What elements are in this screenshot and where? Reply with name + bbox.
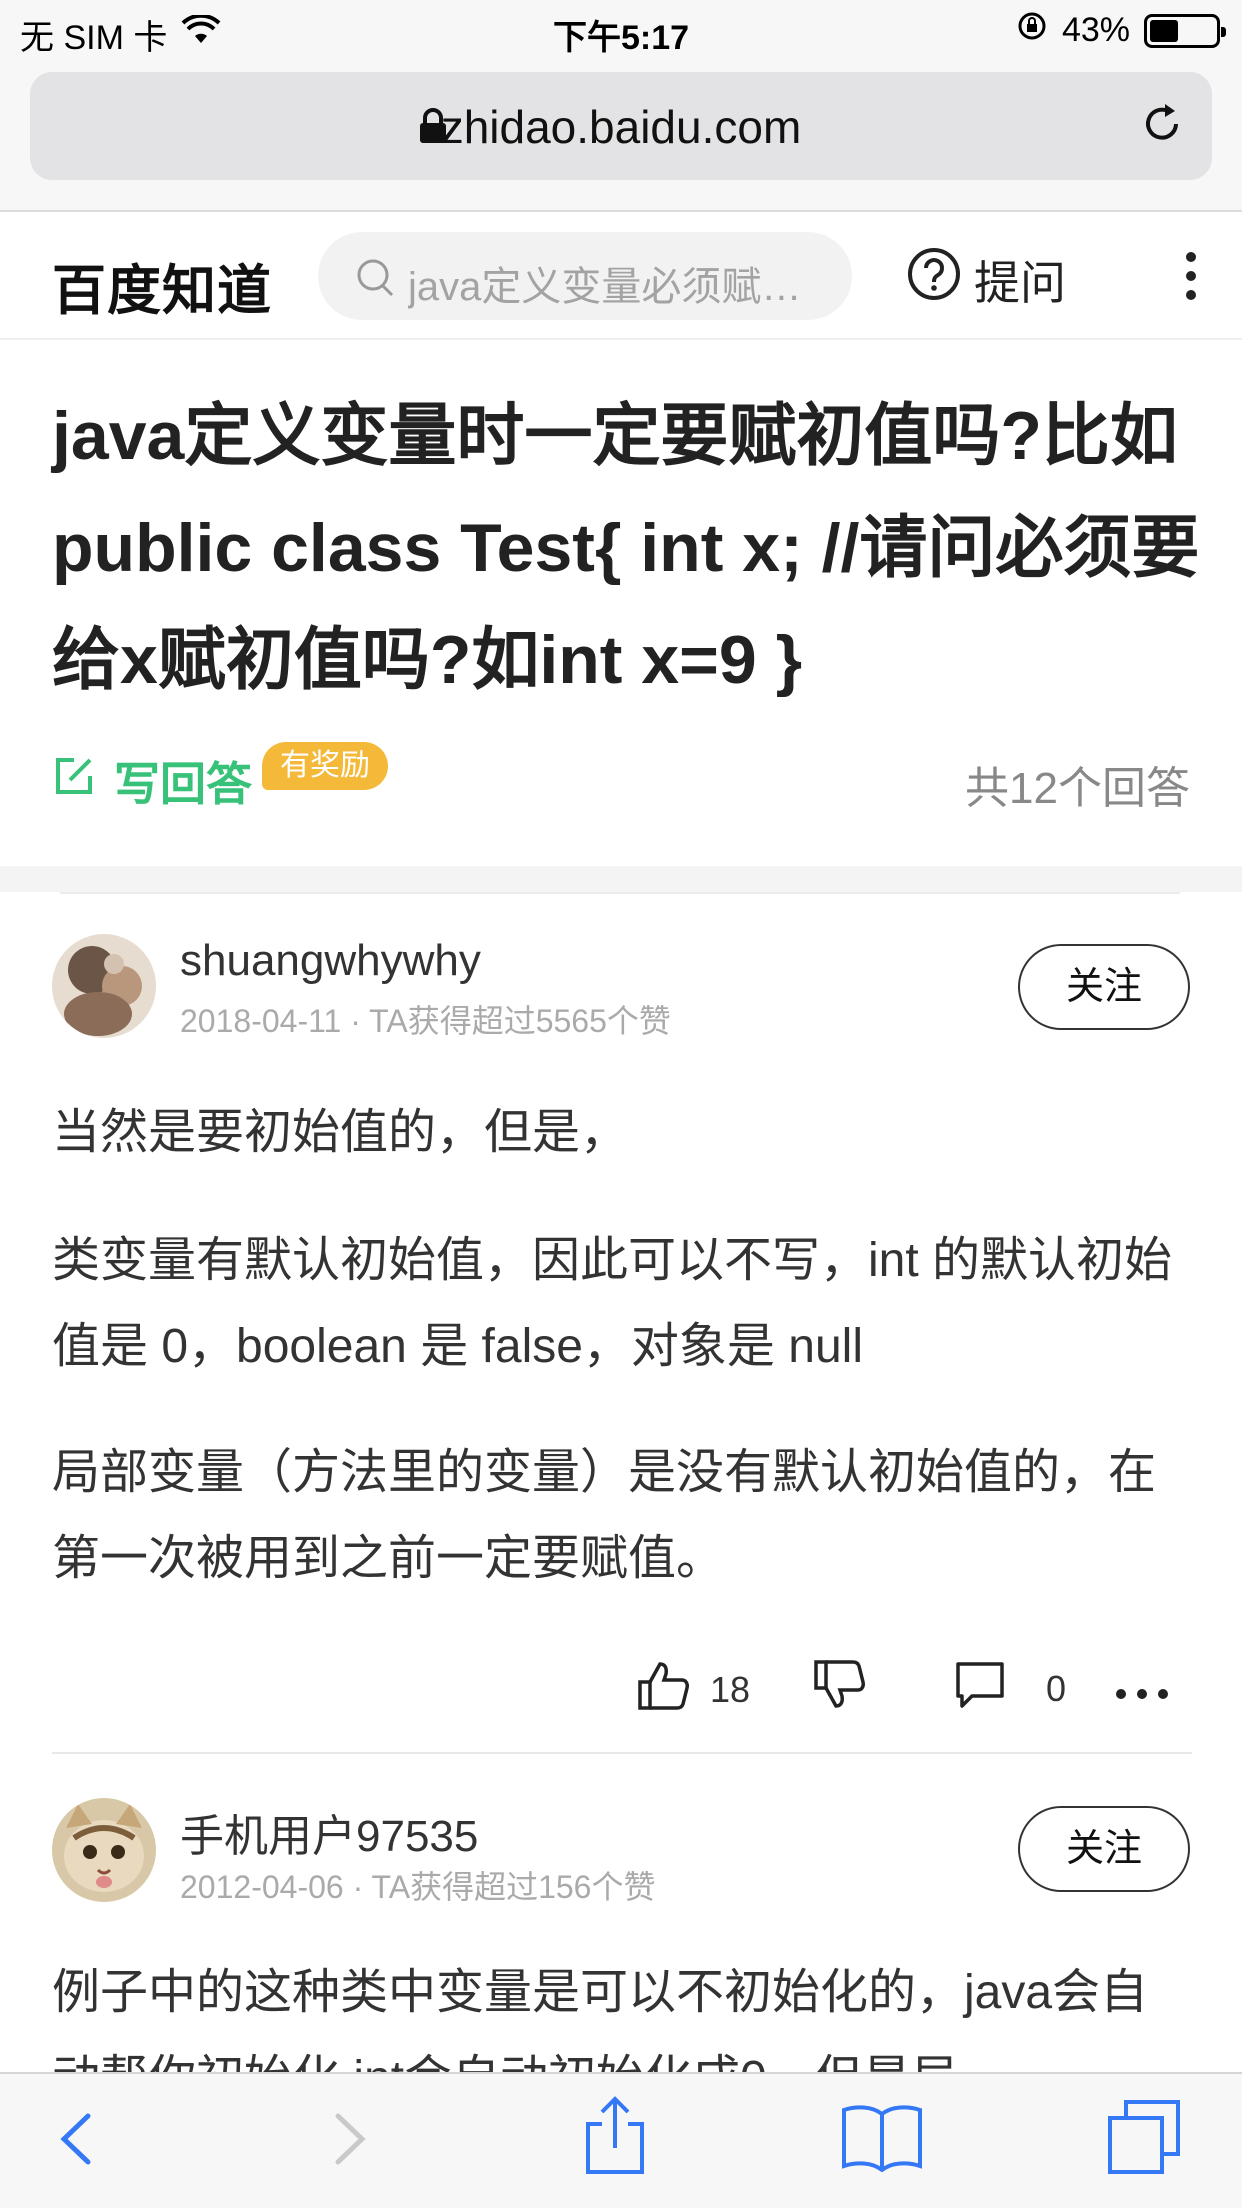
answer-paragraph: 例子中的这种类中变量是可以不初始化的，java会自动帮你初始化 int会自动初始… <box>52 1966 1149 2072</box>
more-horizontal-icon <box>1114 1668 1170 1710</box>
comment-button[interactable]: 0 <box>954 1658 1066 1719</box>
edit-icon <box>52 754 96 809</box>
more-menu-icon[interactable] <box>1184 250 1198 307</box>
answer-date: 2012-04-06 <box>180 1869 344 1905</box>
upvote-button[interactable]: 18 <box>636 1658 750 1721</box>
avatar[interactable] <box>52 934 156 1038</box>
bookmarks-icon[interactable] <box>840 2100 924 2177</box>
tabs-icon[interactable] <box>1106 2096 1182 2181</box>
battery-level <box>1150 19 1178 42</box>
status-bar: 无 SIM 卡 下午5:17 43% <box>0 0 1242 62</box>
thumbs-up-icon <box>636 1658 690 1721</box>
ask-label: 提问 <box>974 256 1066 309</box>
thumbs-down-icon <box>812 1658 866 1721</box>
follow-button[interactable]: 关注 <box>1018 1806 1190 1892</box>
forward-icon[interactable] <box>330 2104 370 2179</box>
more-actions-button[interactable] <box>1114 1668 1170 1710</box>
ask-button[interactable]: 提问 <box>906 246 1066 313</box>
downvote-button[interactable] <box>812 1658 866 1721</box>
answer-meta: 2018-04-11 · TA获得超过5565个赞 <box>180 996 671 1042</box>
search-query: java定义变量必须赋… <box>408 265 802 309</box>
browser-url-area: zhidao.baidu.com <box>0 62 1242 212</box>
address-bar[interactable]: zhidao.baidu.com <box>30 72 1212 180</box>
meta-separator: · <box>352 1869 372 1905</box>
battery-percent: 43% <box>1061 11 1130 49</box>
reload-icon[interactable] <box>1138 100 1186 153</box>
share-icon[interactable] <box>582 2096 648 2181</box>
question-icon <box>906 246 962 313</box>
battery-icon <box>1144 13 1226 48</box>
divider <box>60 892 1180 894</box>
orientation-lock-icon <box>1016 10 1048 51</box>
answer-paragraph: 局部变量（方法里的变量）是没有默认初始值的，在第一次被用到之前一定要赋值。 <box>52 1446 1157 1585</box>
answer-paragraph: 当然是要初始值的，但是， <box>52 1106 629 1159</box>
write-answer-button[interactable]: 写回答 <box>52 748 252 814</box>
comment-count: 0 <box>1046 1667 1067 1709</box>
answer-meta: 2012-04-06 · TA获得超过156个赞 <box>180 1862 655 1908</box>
answer-username[interactable]: shuangwhywhy <box>180 936 481 986</box>
follow-button[interactable]: 关注 <box>1018 944 1190 1030</box>
comment-icon <box>954 1658 1006 1719</box>
browser-toolbar <box>0 2072 1242 2208</box>
site-logo[interactable]: 百度知道 <box>52 246 272 325</box>
answer-username[interactable]: 手机用户97535 <box>180 1800 478 1864</box>
search-icon <box>354 256 398 305</box>
question-meta: 写回答 有奖励 共12个回答 <box>0 738 1242 838</box>
answer-likes-info: TA获得超过156个赞 <box>371 1869 656 1905</box>
reward-badge: 有奖励 <box>262 742 388 790</box>
answer-divider <box>52 1752 1192 1754</box>
answer-actions: 18 0 <box>0 1650 1242 1730</box>
write-answer-label: 写回答 <box>114 758 252 810</box>
url-text: zhidao.baidu.com <box>440 101 802 153</box>
upvote-count: 18 <box>710 1668 751 1710</box>
section-divider <box>0 866 1242 892</box>
answer-count: 共12个回答 <box>965 764 1190 813</box>
meta-separator: · <box>350 1003 370 1039</box>
search-input[interactable]: java定义变量必须赋… <box>318 232 852 320</box>
avatar[interactable] <box>52 1798 156 1902</box>
question-title: java定义变量时一定要赋初值吗?比如 public class Test{ i… <box>52 398 1200 698</box>
back-icon[interactable] <box>56 2104 96 2179</box>
site-header: 百度知道 java定义变量必须赋… 提问 <box>0 212 1242 340</box>
answer-date: 2018-04-11 <box>180 1003 342 1039</box>
answer-likes-info: TA获得超过5565个赞 <box>369 1003 671 1039</box>
answer-paragraph: 类变量有默认初始值，因此可以不写，int 的默认初始值是 0，boolean 是… <box>52 1234 1173 1373</box>
